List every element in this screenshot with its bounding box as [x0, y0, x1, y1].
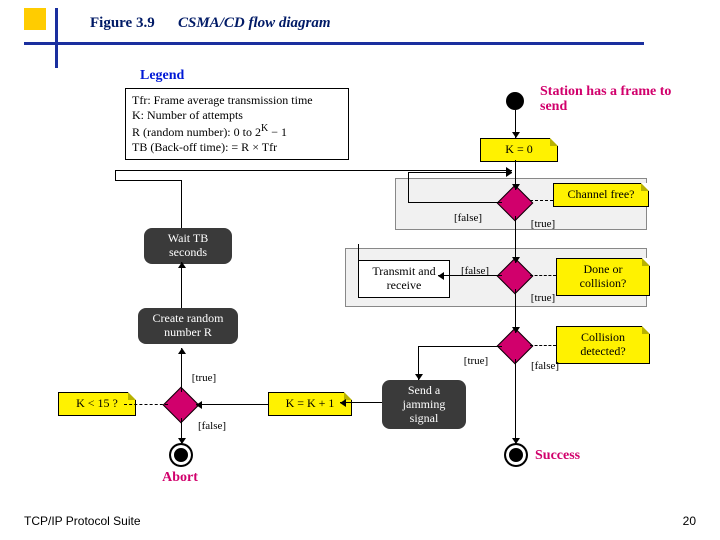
- collision-detected-label: Collision detected?: [556, 326, 650, 364]
- success-label: Success: [535, 448, 605, 464]
- channel-free-label: Channel free?: [553, 183, 649, 207]
- legend-k: K: Number of attempts: [132, 108, 342, 123]
- dash-k-lt-15: [124, 404, 168, 405]
- legend-tb: TB (Back-off time): = R × Tfr: [132, 140, 342, 155]
- create-random-box: Create random number R: [138, 308, 238, 344]
- branch-false-k15: [false]: [192, 420, 232, 432]
- kinc-to-k15: [196, 404, 268, 405]
- arrow-cd-success: [515, 359, 516, 444]
- cd-true-h: [418, 346, 502, 347]
- arrow-dc-cd: [515, 289, 516, 333]
- jam-to-kinc: [340, 402, 382, 403]
- dash-collision-detected: [530, 345, 556, 346]
- tx-up-v: [358, 244, 359, 264]
- branch-true-k15: [true]: [186, 372, 222, 384]
- start-node: [506, 92, 524, 110]
- slide-underline: [24, 42, 644, 45]
- rand-to-wait: [181, 262, 182, 308]
- start-label: Station has a frame to send: [540, 84, 690, 115]
- legend-title: Legend: [140, 68, 184, 84]
- wait-tb-box: Wait TB seconds: [144, 228, 232, 264]
- abort-label: Abort: [150, 470, 210, 486]
- footer-left: TCP/IP Protocol Suite: [24, 514, 141, 528]
- figure-caption: CSMA/CD flow diagram: [178, 15, 331, 32]
- arrow-start-kinit: [515, 110, 516, 138]
- dc-false-to-tx: [438, 275, 502, 276]
- branch-true-cf: [true]: [525, 218, 561, 230]
- branch-false-cf: [false]: [448, 212, 488, 224]
- wait-left-h: [115, 180, 181, 181]
- wait-reenter-h: [115, 170, 512, 171]
- k15-true-to-rand: [181, 348, 182, 392]
- slide-bullet-square: [24, 8, 46, 30]
- branch-true-cd: [true]: [458, 355, 494, 367]
- cd-true-v: [418, 346, 419, 380]
- branch-true-dc: [true]: [525, 292, 561, 304]
- dash-done-collision: [530, 275, 556, 276]
- figure-number: Figure 3.9: [90, 15, 155, 32]
- slide-vertical-rule: [55, 8, 58, 68]
- dash-channel-free: [530, 200, 553, 201]
- wait-up-v: [181, 180, 182, 228]
- done-collision-label: Done or collision?: [556, 258, 650, 296]
- send-jamming-box: Send a jamming signal: [382, 380, 466, 429]
- wait-up2-v: [115, 170, 116, 180]
- legend-r-line: R (random number): 0 to 2K − 1: [132, 123, 342, 140]
- footer-right: 20: [683, 514, 696, 528]
- cf-false-h: [408, 202, 502, 203]
- arrow-cf-dc: [515, 216, 516, 263]
- k15-false-abort: [181, 418, 182, 444]
- cf-false-reenter: [408, 172, 512, 173]
- cf-false-v: [408, 172, 409, 202]
- legend-box: Tfr: Frame average transmission time K: …: [125, 88, 349, 160]
- decision-k-lt-15: [168, 392, 194, 418]
- branch-false-cd: [false]: [525, 360, 565, 372]
- legend-tfr: Tfr: Frame average transmission time: [132, 93, 342, 108]
